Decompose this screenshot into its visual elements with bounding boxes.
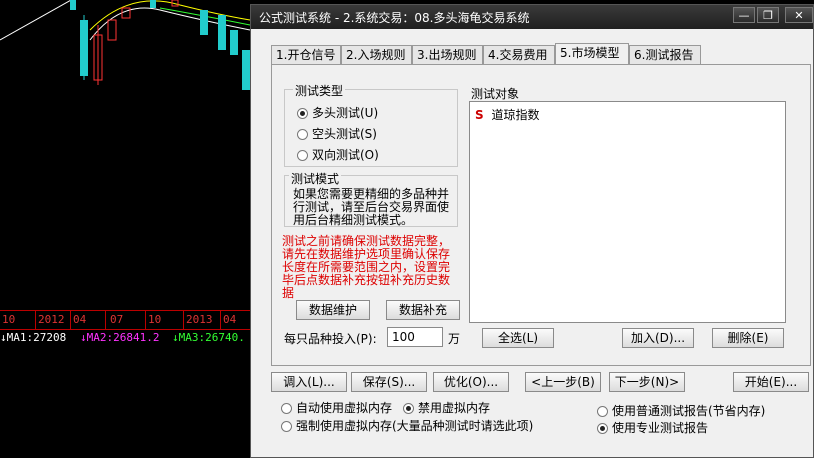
radio-dot	[597, 406, 608, 417]
time-axis: 10 2012 04 07 10 2013 04	[0, 310, 260, 330]
candle	[242, 50, 250, 90]
invest-unit: 万	[448, 332, 461, 346]
candle	[107, 19, 117, 41]
radio-label: 使用专业测试报告	[612, 421, 709, 435]
select-all-button[interactable]: 全选(L)	[482, 328, 554, 348]
stock-name: 道琼指数	[491, 108, 540, 122]
radio-dot	[297, 108, 308, 119]
candle	[121, 7, 131, 19]
ma3-value: ↓MA3:26740.	[172, 331, 245, 344]
radio-label: 使用普通测试报告(节省内存)	[612, 404, 766, 418]
tab-entry-rules[interactable]: 2.入场规则	[341, 45, 412, 64]
axis-tick	[183, 311, 184, 329]
candle	[150, 0, 156, 8]
radio-label: 双向测试(O)	[312, 148, 379, 162]
test-type-group: 测试类型 多头测试(U) 空头测试(S) 双向测试(O)	[284, 82, 458, 167]
axis-label: 10	[2, 313, 16, 326]
tab-trading-fees[interactable]: 4.交易费用	[483, 45, 555, 64]
axis-tick	[220, 311, 221, 329]
force-virtual-memory-radio[interactable]: 强制使用虚拟内存(大量品种测试时请选此项)	[281, 417, 533, 434]
data-maintain-button[interactable]: 数据维护	[296, 300, 370, 320]
axis-tick	[35, 311, 36, 329]
title-bar[interactable]: 公式测试系统 - 2.系统交易：08.多头海龟交易系统 — ❐ ✕	[251, 5, 813, 29]
radio-dot	[297, 150, 308, 161]
axis-label: 04	[223, 313, 237, 326]
radio-label: 禁用虚拟内存	[418, 401, 491, 415]
axis-tick	[105, 311, 106, 329]
test-object-title: 测试对象	[471, 87, 520, 101]
invest-label: 每只品种投入(P):	[284, 332, 377, 346]
test-mode-text: 如果您需要更精细的多品种并行测试，请至后台交易界面使用后台精细测试模式。	[293, 187, 450, 227]
stock-marker: S	[475, 108, 484, 122]
candlestick-area	[0, 0, 251, 90]
tab-exit-rules[interactable]: 3.出场规则	[412, 45, 483, 64]
test-object-list[interactable]: S 道琼指数	[469, 101, 786, 323]
radio-dot	[281, 421, 292, 432]
radio-dot	[403, 403, 414, 414]
close-button[interactable]: ✕	[785, 7, 813, 23]
ma1-value: ↓MA1:27208	[0, 331, 67, 344]
formula-test-dialog: 公式测试系统 - 2.系统交易：08.多头海龟交易系统 — ❐ ✕ 1.开仓信号…	[250, 4, 814, 458]
kline-chart[interactable]: 10 2012 04 07 10 2013 04 ↓MA1:27208 ↓MA2…	[0, 0, 260, 458]
radio-dot	[597, 423, 608, 434]
test-type-title: 测试类型	[293, 82, 346, 99]
import-button[interactable]: 调入(L)...	[271, 372, 347, 392]
pro-report-radio[interactable]: 使用专业测试报告	[597, 419, 708, 436]
list-item[interactable]: S 道琼指数	[475, 106, 540, 123]
ma2-value: ↓MA2:26841.2	[80, 331, 160, 344]
axis-label: 04	[73, 313, 87, 326]
axis-tick	[145, 311, 146, 329]
data-supplement-button[interactable]: 数据补充	[386, 300, 460, 320]
restore-button[interactable]: ❐	[757, 7, 779, 23]
candle	[70, 0, 76, 10]
next-step-button[interactable]: 下一步(N)>	[609, 372, 685, 392]
auto-virtual-memory-radio[interactable]: 自动使用虚拟内存	[281, 399, 392, 416]
test-mode-group: 测试模式 如果您需要更精细的多品种并行测试，请至后台交易界面使用后台精细测试模式…	[284, 170, 458, 227]
save-button[interactable]: 保存(S)...	[351, 372, 427, 392]
long-test-radio[interactable]: 多头测试(U)	[297, 104, 378, 121]
tab-open-signal[interactable]: 1.开仓信号	[271, 45, 341, 64]
axis-label: 2012	[38, 313, 65, 326]
add-button[interactable]: 加入(D)...	[622, 328, 694, 348]
candle	[230, 30, 238, 55]
ma-legend: ↓MA1:27208 ↓MA2:26841.2 ↓MA3:26740.	[0, 331, 260, 347]
warning-text: 测试之前请确保测试数据完整，请先在数据维护选项里确认保存长度在所需要范围之内，设…	[282, 234, 451, 300]
axis-label: 10	[148, 313, 162, 326]
radio-dot	[297, 129, 308, 140]
candle	[218, 15, 226, 50]
radio-label: 空头测试(S)	[312, 127, 377, 141]
radio-label: 多头测试(U)	[312, 106, 379, 120]
candle	[80, 20, 88, 76]
radio-label: 自动使用虚拟内存	[296, 401, 393, 415]
market-model-panel: 测试类型 多头测试(U) 空头测试(S) 双向测试(O) 测试模式 如果您需要更…	[271, 64, 811, 366]
minimize-button[interactable]: —	[733, 7, 755, 23]
axis-tick	[70, 311, 71, 329]
normal-report-radio[interactable]: 使用普通测试报告(节省内存)	[597, 402, 765, 419]
tab-test-report[interactable]: 6.测试报告	[629, 45, 701, 64]
optimize-button[interactable]: 优化(O)...	[433, 372, 509, 392]
both-test-radio[interactable]: 双向测试(O)	[297, 146, 379, 163]
axis-label: 2013	[186, 313, 213, 326]
radio-label: 强制使用虚拟内存(大量品种测试时请选此项)	[296, 419, 534, 433]
ma-line	[0, 0, 73, 41]
delete-button[interactable]: 删除(E)	[712, 328, 784, 348]
disable-virtual-memory-radio[interactable]: 禁用虚拟内存	[403, 399, 490, 416]
invest-amount-input[interactable]: 100	[387, 327, 443, 347]
short-test-radio[interactable]: 空头测试(S)	[297, 125, 377, 142]
candle	[200, 10, 208, 35]
prev-step-button[interactable]: <上一步(B)	[525, 372, 601, 392]
window-title: 公式测试系统 - 2.系统交易：08.多头海龟交易系统	[259, 11, 530, 25]
radio-dot	[281, 403, 292, 414]
axis-label: 07	[110, 313, 124, 326]
test-mode-title: 测试模式	[289, 170, 342, 187]
start-button[interactable]: 开始(E)...	[733, 372, 809, 392]
tab-market-model[interactable]: 5.市场模型	[555, 43, 629, 65]
